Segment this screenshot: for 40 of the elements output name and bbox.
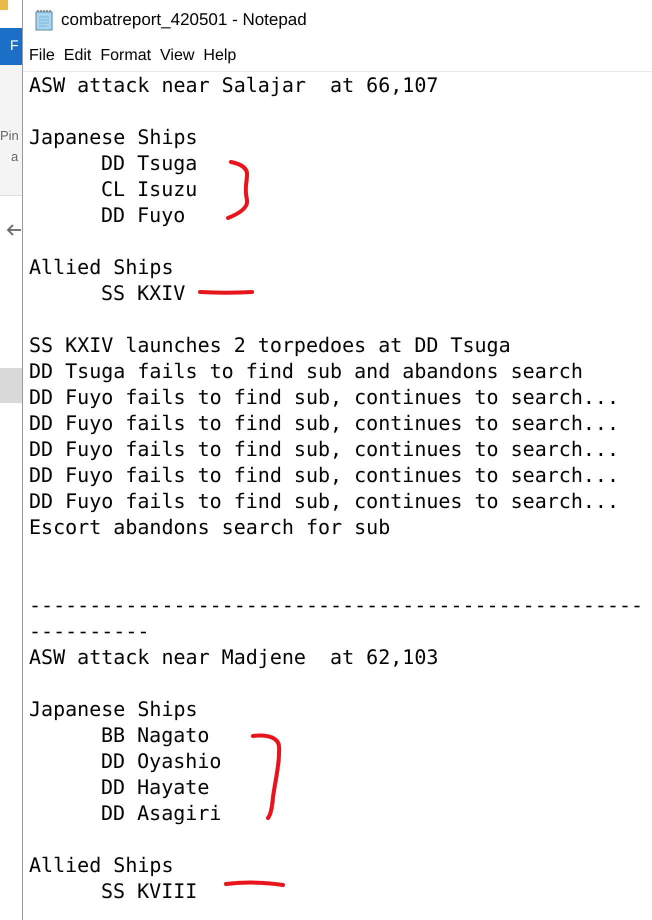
text-line: SS KXIV launches 2 torpedoes at DD Tsuga — [29, 332, 511, 358]
text-line: DD Tsuga — [100, 150, 198, 176]
text-line: DD Oyashio — [100, 748, 222, 774]
text-line: --------------------------------------------------- — [29, 592, 644, 618]
menu-item[interactable]: Edit — [60, 44, 96, 66]
text-line: Japanese Ships — [29, 696, 198, 722]
dash-mark — [224, 880, 285, 887]
text-line: SS KXIV — [100, 280, 186, 306]
text-line: DD Hayate — [100, 774, 210, 800]
text-line: DD Fuyo fails to find sub, continues to search... — [29, 384, 620, 410]
text-line: SS KVIII — [100, 878, 198, 904]
text-line: Allied Ships — [29, 254, 174, 280]
text-line: CL Isuzu — [100, 176, 198, 202]
pin-label: Pin — [0, 128, 19, 143]
dash-mark — [198, 290, 254, 295]
text-line: DD Fuyo fails to find sub, continues to search... — [29, 436, 620, 462]
bracket-mark — [226, 160, 250, 220]
text-line: DD Fuyo fails to find sub, continues to search... — [29, 462, 620, 488]
text-line: DD Tsuga fails to find sub and abandons search — [29, 358, 583, 384]
window-title: combatreport_420501 - Notepad — [61, 10, 307, 30]
text-line: ASW attack near Salajar at 66,107 — [29, 72, 438, 98]
menu-item[interactable]: Format — [96, 44, 156, 66]
text-line: Japanese Ships — [29, 124, 198, 150]
text-line: BB Nagato — [100, 722, 210, 748]
text-line: DD Asagiri — [100, 800, 222, 826]
back-arrow-icon[interactable] — [6, 223, 22, 237]
ribbon-label: a — [11, 149, 18, 164]
folder-icon — [0, 0, 8, 10]
text-line: DD Fuyo fails to find sub, continues to search... — [29, 410, 620, 436]
notepad-icon — [34, 9, 54, 31]
menu-item[interactable]: File — [25, 44, 59, 66]
text-line: ---------- — [29, 618, 150, 644]
text-line: Allied Ships — [29, 852, 174, 878]
menu-item[interactable]: Help — [199, 44, 240, 66]
menu-item[interactable]: View — [156, 44, 198, 66]
text-line: ASW attack near Madjene at 62,103 — [29, 644, 438, 670]
text-line: DD Fuyo — [100, 202, 186, 228]
text-line: Escort abandons search for sub — [29, 514, 390, 540]
text-line: DD Fuyo fails to find sub, continues to search... — [29, 488, 620, 514]
ribbon-label: F — [10, 37, 19, 53]
